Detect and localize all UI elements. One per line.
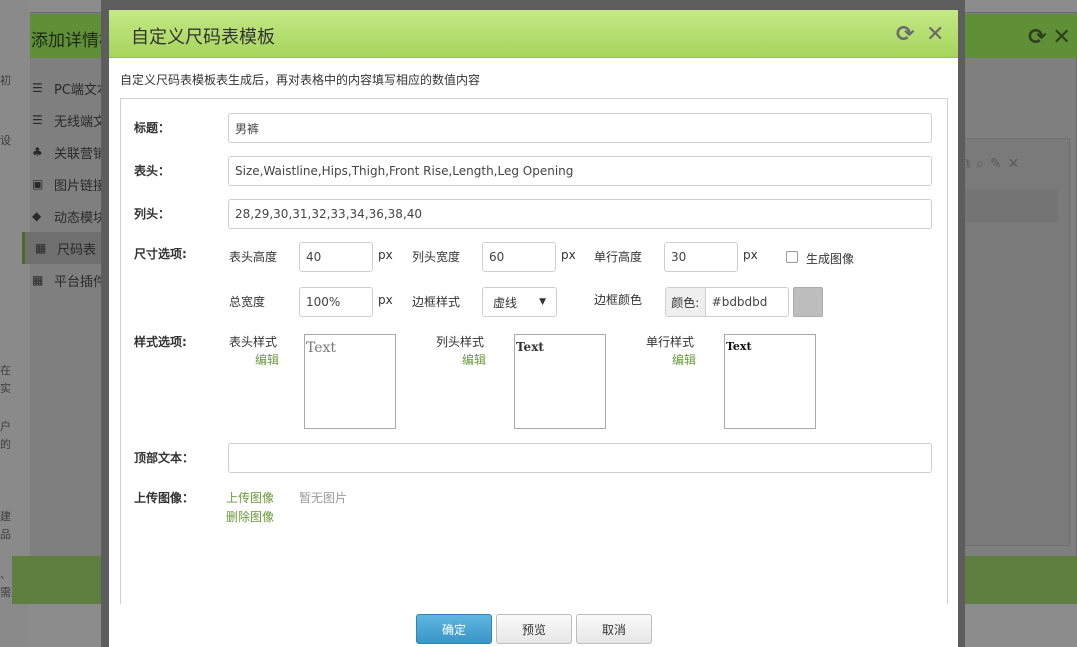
table-icon: ▦	[32, 273, 44, 287]
tag-icon: ◆	[32, 209, 42, 223]
bg-menu-item-related-marketing: ♣ 关联营销	[22, 136, 112, 168]
bg-menu-label: 无线端文	[54, 114, 107, 130]
modal-header: 自定义尺码表模板 ⟳ ✕	[109, 10, 958, 58]
bg-menu-label: 关联营销	[54, 146, 107, 162]
bg-strip-text: 在	[0, 364, 11, 377]
border-color-value: #bdbdbd	[711, 295, 768, 309]
delete-image-link[interactable]: 删除图像	[226, 508, 274, 525]
px-unit: px	[378, 248, 393, 262]
px-unit: px	[743, 248, 758, 262]
form-container: 标题： 表头： 列头： 尺寸选项: 表头高度 px 列头宽度 px 单行高度 p…	[120, 98, 948, 604]
total-width-label: 总宽度	[229, 295, 266, 309]
preview-button[interactable]: 预览	[496, 614, 572, 644]
bg-strip-text: 实	[0, 382, 11, 395]
bg-menu-item-pc-text: ☰ PC端文本	[22, 72, 112, 104]
style-options-label: 样式选项:	[134, 335, 187, 349]
top-text-label: 顶部文本：	[134, 451, 195, 465]
size-options-label: 尺寸选项:	[134, 247, 187, 261]
align-left-icon: ☰	[32, 81, 43, 95]
total-width-input[interactable]	[299, 287, 373, 317]
row-style-preview: Text	[724, 334, 816, 429]
row-height-label: 单行高度	[594, 250, 643, 264]
column-label: 列头：	[134, 207, 171, 221]
bg-menu-label: 平台插件	[54, 274, 107, 290]
preview-text: Text	[726, 340, 752, 353]
cancel-button[interactable]: 取消	[576, 614, 652, 644]
background-right-toolbar-icons: ⧉⌕✎✕	[960, 156, 1026, 172]
bg-strip-text: 建	[0, 510, 11, 523]
title-input[interactable]	[228, 113, 932, 143]
header-style-preview: Text	[304, 334, 396, 429]
upload-image-label: 上传图像：	[134, 491, 195, 505]
background-menu: ☰ PC端文本 ☰ 无线端文 ♣ 关联营销 ▣ 图片链接 ◆ 动态模块 ▦ 尺码表 ▦ 平台插…	[22, 72, 112, 296]
bg-menu-item-wireless-text: ☰ 无线端文	[22, 104, 112, 136]
close-icon[interactable]: ✕	[926, 22, 944, 47]
row-style-edit-link[interactable]: 编辑	[672, 351, 696, 368]
align-left-icon: ☰	[32, 113, 43, 127]
title-label: 标题：	[134, 121, 171, 135]
top-text-input[interactable]	[228, 443, 932, 473]
border-color-input[interactable]: 颜色: #bdbdbd	[665, 287, 789, 317]
bg-strip-text: 品	[0, 528, 11, 541]
background-window-controls: ⟳✕	[1028, 25, 1077, 50]
image-icon: ▣	[32, 177, 44, 191]
header-height-input[interactable]	[299, 242, 373, 272]
bg-menu-label: 尺码表	[57, 242, 97, 258]
size-chart-modal: 自定义尺码表模板 ⟳ ✕ 自定义尺码表模板表生成后，再对表格中的内容填写相应的数…	[101, 0, 965, 647]
confirm-button[interactable]: 确定	[416, 614, 492, 644]
px-unit: px	[561, 248, 576, 262]
column-width-input[interactable]	[482, 242, 556, 272]
header-style-label: 表头样式	[229, 335, 278, 349]
row-height-input[interactable]	[664, 242, 738, 272]
column-style-preview: Text	[514, 334, 606, 429]
border-color-label: 边框颜色	[594, 293, 643, 307]
no-image-text: 暂无图片	[299, 491, 348, 505]
generate-image-checkbox[interactable]	[786, 251, 798, 263]
caret-down-icon: ▼	[539, 297, 546, 307]
bg-strip-text: 初	[0, 74, 11, 87]
bg-menu-item-image-link: ▣ 图片链接	[22, 168, 112, 200]
color-addon: 颜色:	[666, 288, 706, 316]
bg-strip-text: 设	[0, 134, 11, 147]
modal-title: 自定义尺码表模板	[131, 27, 275, 48]
table-icon: ▦	[35, 241, 47, 255]
header-style-edit-link[interactable]: 编辑	[255, 351, 279, 368]
bg-strip-text: 户	[0, 420, 11, 433]
column-width-label: 列头宽度	[412, 250, 461, 264]
preview-text: Text	[306, 340, 337, 356]
background-right-bar	[957, 190, 1058, 222]
header-input[interactable]	[228, 156, 932, 186]
border-style-select[interactable]: 虚线 ▼	[482, 287, 557, 317]
column-style-label: 列头样式	[436, 335, 485, 349]
bg-menu-item-dynamic-module: ◆ 动态模块	[22, 200, 112, 232]
px-unit: px	[378, 293, 393, 307]
color-swatch[interactable]	[793, 287, 823, 317]
bg-menu-item-size-chart: ▦ 尺码表	[22, 232, 112, 264]
header-label: 表头：	[134, 164, 171, 178]
upload-image-link[interactable]: 上传图像	[226, 489, 274, 506]
refresh-icon[interactable]: ⟳	[896, 22, 914, 47]
row-style-label: 单行样式	[646, 335, 695, 349]
modal-hint: 自定义尺码表模板表生成后，再对表格中的内容填写相应的数值内容	[120, 73, 481, 87]
bg-menu-label: 动态模块	[54, 210, 107, 226]
sitemap-icon: ♣	[32, 145, 43, 159]
preview-text: Text	[516, 340, 544, 354]
border-style-value: 虚线	[493, 295, 518, 310]
generate-image-label: 生成图像	[806, 252, 855, 266]
bg-strip-text: 的	[0, 438, 11, 451]
bg-menu-label: 图片链接	[54, 178, 107, 194]
bg-menu-item-platform-plugin: ▦ 平台插件	[22, 264, 112, 296]
border-style-label: 边框样式	[412, 295, 461, 309]
modal-body: 自定义尺码表模板 ⟳ ✕ 自定义尺码表模板表生成后，再对表格中的内容填写相应的数…	[109, 10, 958, 647]
column-style-edit-link[interactable]: 编辑	[462, 351, 486, 368]
column-input[interactable]	[228, 199, 932, 229]
header-height-label: 表头高度	[229, 250, 278, 264]
